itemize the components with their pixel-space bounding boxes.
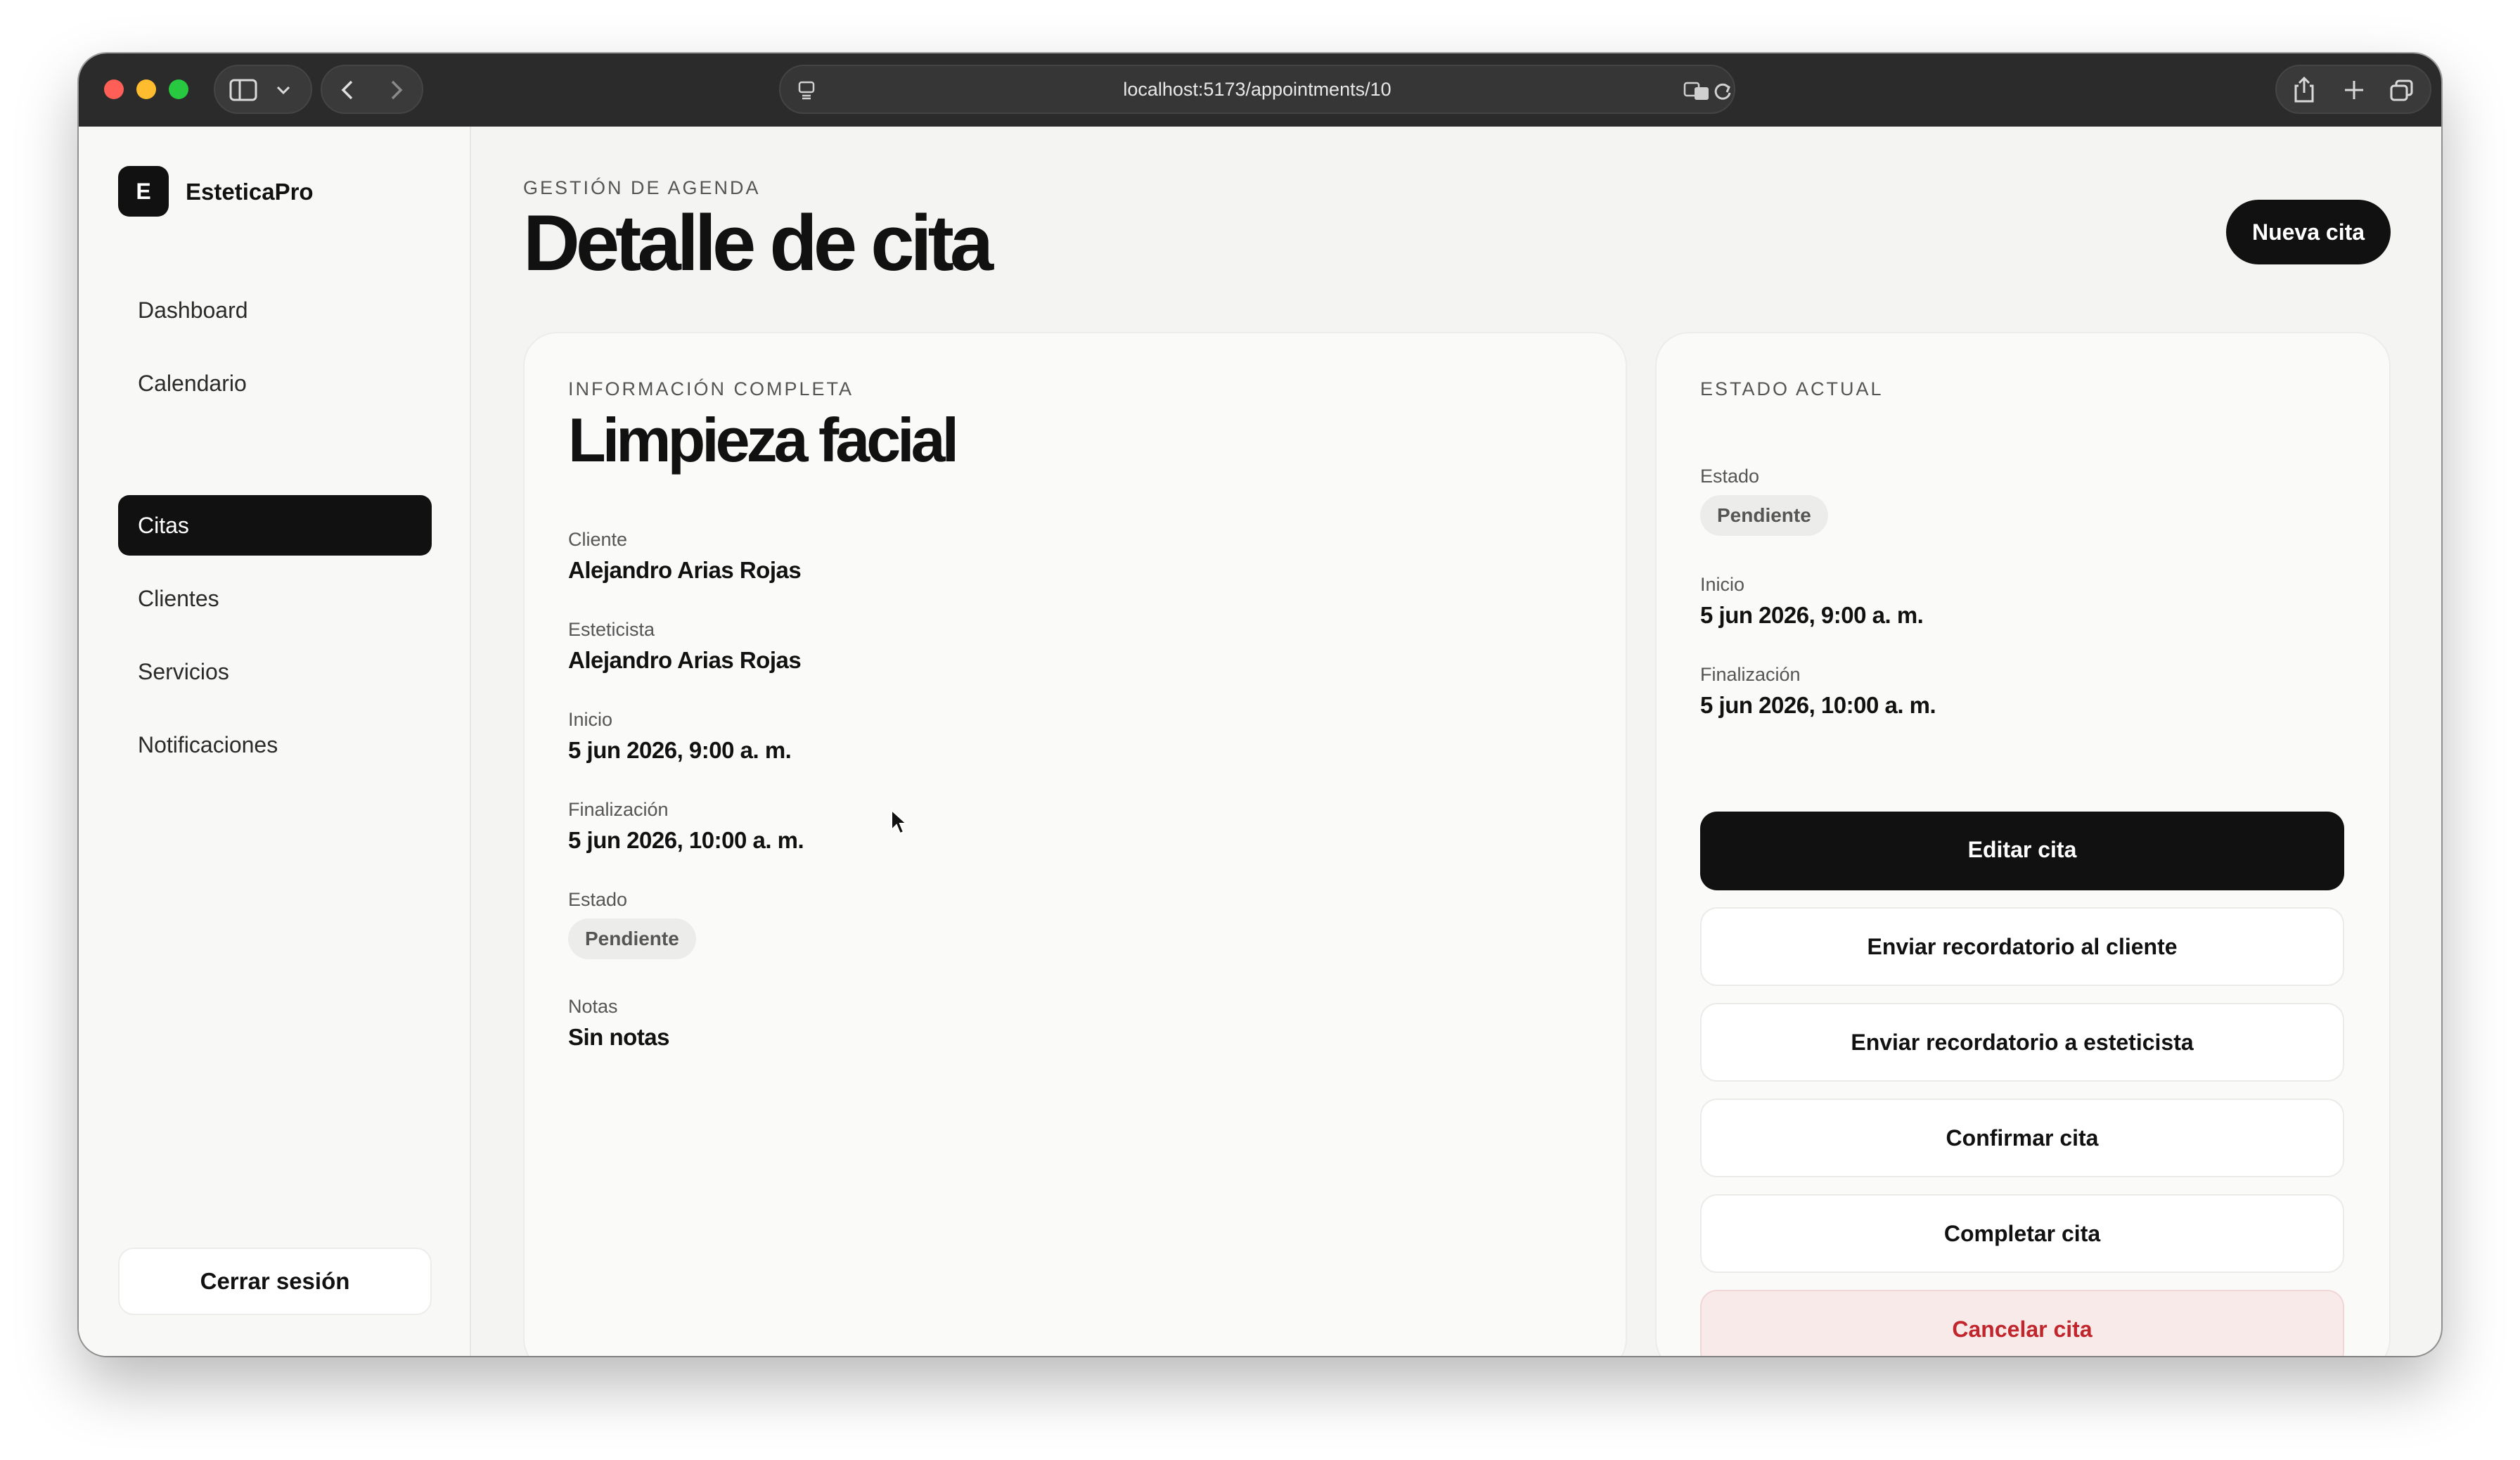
address-url: localhost:5173/appointments/10 xyxy=(1123,79,1391,100)
browser-window: localhost:5173/appointments/10 E Estetic… xyxy=(79,53,2441,1356)
tab-overview-icon[interactable] xyxy=(2389,79,2415,103)
sidebar-item-notificaciones[interactable]: Notificaciones xyxy=(118,715,432,775)
client-label: Cliente xyxy=(568,529,628,550)
confirm-appointment-button[interactable]: Confirmar cita xyxy=(1700,1099,2344,1177)
status-label: Estado xyxy=(568,889,628,910)
end-value: 5 jun 2026, 10:00 a. m. xyxy=(568,827,804,853)
client-value: Alejandro Arias Rojas xyxy=(568,557,802,583)
share-icon[interactable] xyxy=(2292,76,2316,104)
status-panel-end-value: 5 jun 2026, 10:00 a. m. xyxy=(1700,692,1936,718)
sidebar-item-citas[interactable]: Citas xyxy=(118,495,432,556)
details-eyebrow: INFORMACIÓN COMPLETA xyxy=(568,378,854,399)
service-title: Limpieza facial xyxy=(568,405,959,475)
esthetician-value: Alejandro Arias Rojas xyxy=(568,647,802,673)
remind-client-button[interactable]: Enviar recordatorio al cliente xyxy=(1700,907,2344,986)
mouse-cursor-icon xyxy=(891,809,908,835)
esthetician-label: Esteticista xyxy=(568,619,655,640)
page-title: Detalle de cita xyxy=(523,199,994,287)
complete-appointment-button[interactable]: Completar cita xyxy=(1700,1194,2344,1273)
end-label: Finalización xyxy=(568,799,669,820)
maximize-window-button[interactable] xyxy=(169,79,188,99)
status-panel-start-value: 5 jun 2026, 9:00 a. m. xyxy=(1700,602,1924,628)
notes-value: Sin notas xyxy=(568,1024,670,1050)
page-eyebrow: GESTIÓN DE AGENDA xyxy=(523,177,761,198)
edit-appointment-button[interactable]: Editar cita xyxy=(1700,812,2344,890)
status-eyebrow: ESTADO ACTUAL xyxy=(1700,378,1884,399)
brand-name[interactable]: EsteticaPro xyxy=(186,179,314,205)
minimize-window-button[interactable] xyxy=(136,79,156,99)
cancel-appointment-button[interactable]: Cancelar cita xyxy=(1700,1290,2344,1356)
reload-icon[interactable] xyxy=(1713,80,1732,101)
status-panel-start-label: Inicio xyxy=(1700,574,1745,595)
status-panel-label: Estado xyxy=(1700,466,1760,487)
back-arrow-icon[interactable] xyxy=(339,79,356,101)
notes-label: Notas xyxy=(568,996,618,1017)
translate-icon[interactable] xyxy=(1683,80,1711,101)
sidebar-item-servicios[interactable]: Servicios xyxy=(118,641,432,702)
history-nav-group xyxy=(321,65,423,114)
remind-esthetician-button[interactable]: Enviar recordatorio a esteticista xyxy=(1700,1003,2344,1082)
forward-arrow-icon[interactable] xyxy=(388,79,405,101)
sidebar-item-dashboard[interactable]: Dashboard xyxy=(118,280,432,340)
chevron-down-icon[interactable] xyxy=(276,84,291,96)
brand-logo[interactable]: E xyxy=(118,166,169,217)
close-window-button[interactable] xyxy=(104,79,124,99)
sidebar-item-clientes[interactable]: Clientes xyxy=(118,568,432,629)
start-label: Inicio xyxy=(568,709,613,730)
sidebar-item-calendario[interactable]: Calendario xyxy=(118,353,432,414)
new-appointment-button[interactable]: Nueva cita xyxy=(2226,200,2391,264)
browser-titlebar: localhost:5173/appointments/10 xyxy=(79,53,2441,127)
new-tab-plus-icon[interactable] xyxy=(2343,79,2365,101)
status-panel-badge: Pendiente xyxy=(1700,495,1828,536)
status-badge: Pendiente xyxy=(568,918,696,959)
sidebar: E EsteticaPro Dashboard Calendario Citas… xyxy=(79,127,471,1356)
status-panel-end-label: Finalización xyxy=(1700,664,1801,685)
address-bar[interactable]: localhost:5173/appointments/10 xyxy=(779,65,1735,114)
sidebar-toggle-group[interactable] xyxy=(214,65,312,114)
sidebar-toggle-icon[interactable] xyxy=(229,79,257,101)
start-value: 5 jun 2026, 9:00 a. m. xyxy=(568,737,792,763)
logout-button[interactable]: Cerrar sesión xyxy=(118,1248,432,1315)
window-actions-group xyxy=(2275,65,2431,114)
